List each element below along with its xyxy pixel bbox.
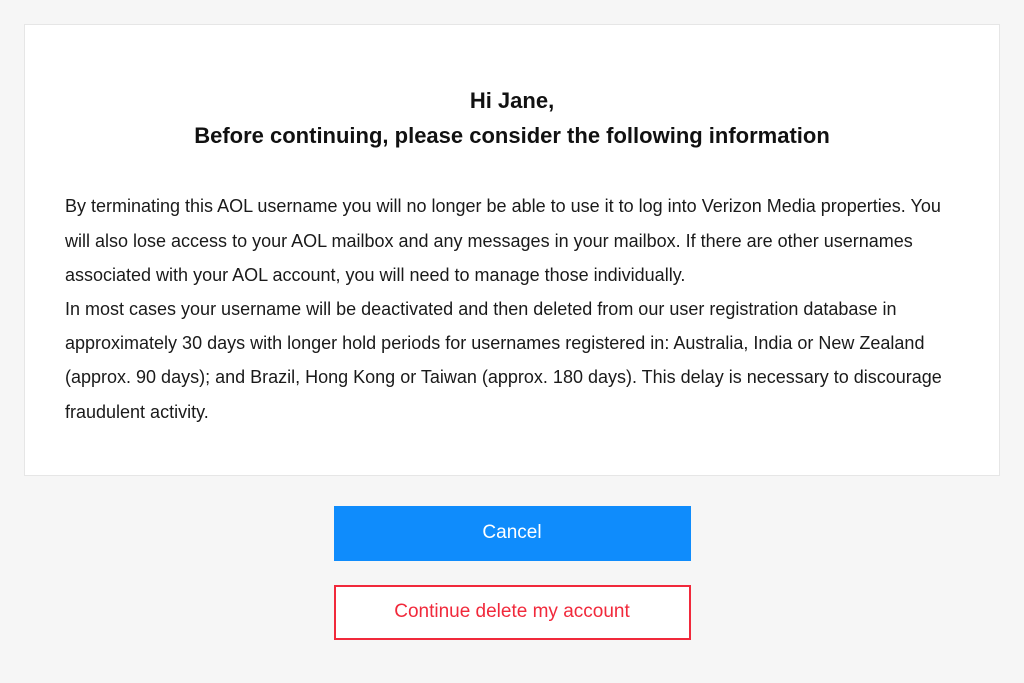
subtitle-text: Before continuing, please consider the f…	[65, 118, 959, 153]
heading-block: Hi Jane, Before continuing, please consi…	[65, 83, 959, 153]
info-card: Hi Jane, Before continuing, please consi…	[24, 24, 1000, 476]
greeting-text: Hi Jane,	[65, 83, 959, 118]
button-group: Cancel Continue delete my account	[24, 506, 1000, 640]
body-block: By terminating this AOL username you wil…	[65, 189, 959, 428]
cancel-button[interactable]: Cancel	[334, 506, 691, 561]
continue-delete-button[interactable]: Continue delete my account	[334, 585, 691, 640]
body-paragraph-1: By terminating this AOL username you wil…	[65, 189, 959, 292]
body-paragraph-2: In most cases your username will be deac…	[65, 292, 959, 429]
